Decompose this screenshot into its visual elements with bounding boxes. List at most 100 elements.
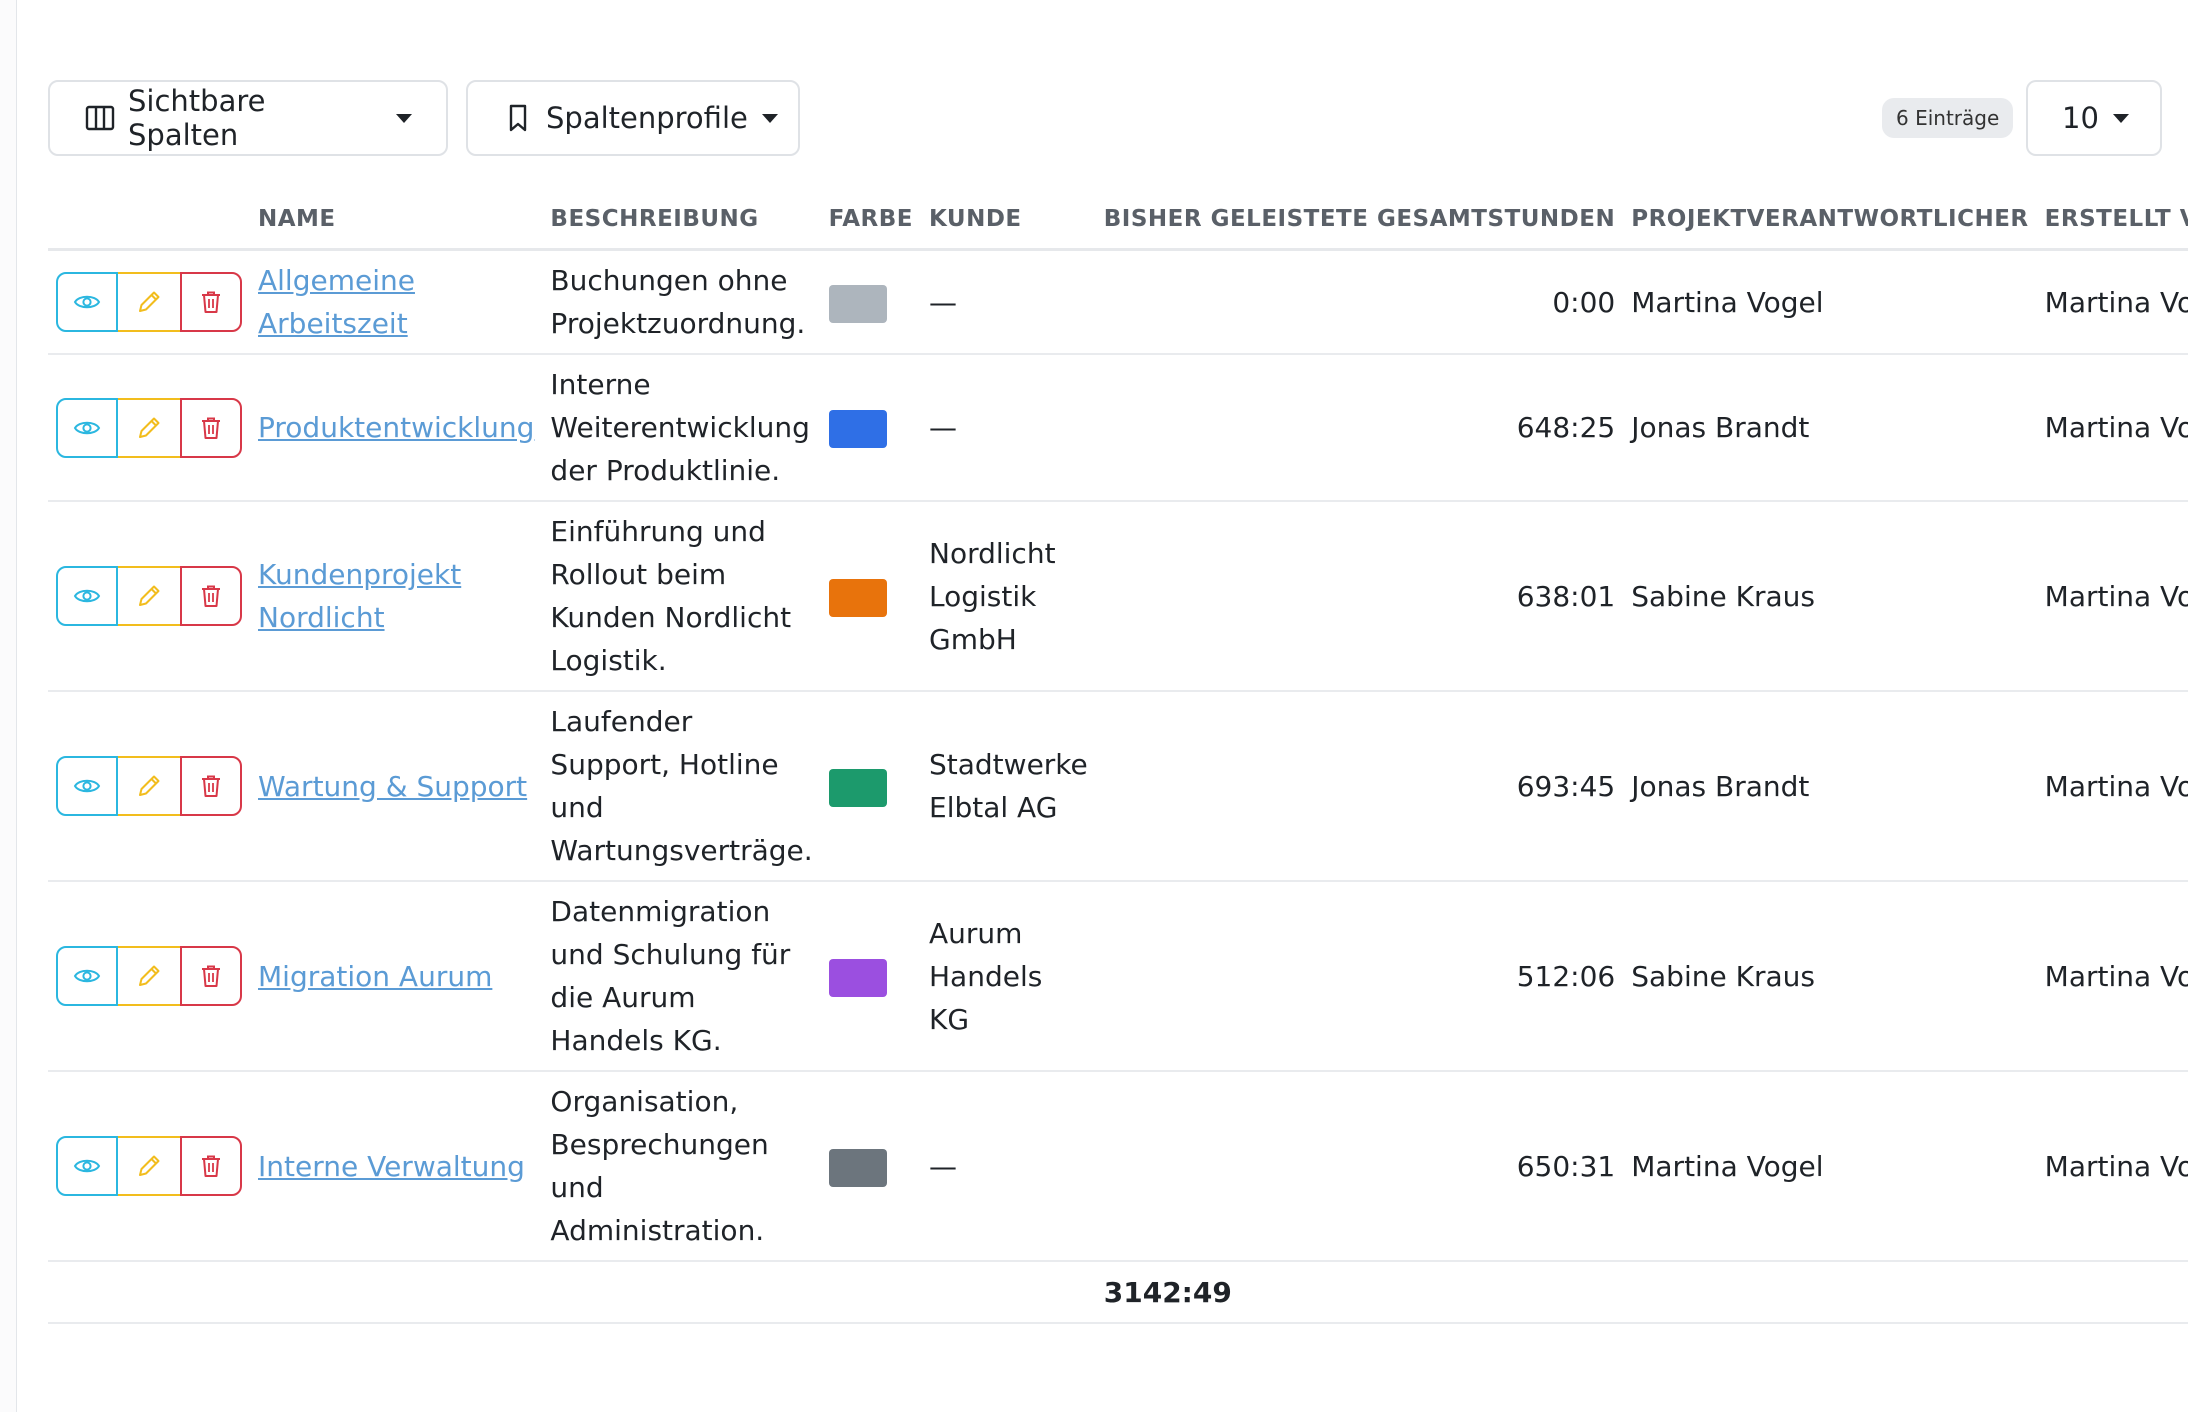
pencil-icon xyxy=(139,417,160,438)
project-description: Buchungen ohne Projektzuordnung. xyxy=(542,249,821,355)
column-profiles-button[interactable]: Spaltenprofile xyxy=(466,80,800,156)
visible-columns-label: Sichtbare Spalten xyxy=(128,84,266,152)
project-customer: Aurum Handels KG xyxy=(921,881,1096,1072)
project-customer: — xyxy=(921,1071,1096,1262)
eye-icon xyxy=(73,969,101,983)
col-description[interactable]: BESCHREIBUNG xyxy=(542,190,821,251)
project-customer: Stadtwerke Elbtal AG xyxy=(921,691,1096,882)
columns-icon xyxy=(84,102,116,134)
project-hours: 512:06 xyxy=(1095,881,1624,1072)
delete-button[interactable] xyxy=(180,946,242,1006)
eye-icon xyxy=(73,421,101,434)
project-customer: Nordlicht Logistik GmbH xyxy=(921,501,1096,692)
eye-icon xyxy=(73,1159,101,1173)
row-actions xyxy=(56,946,242,1006)
pencil-icon xyxy=(139,965,160,986)
edit-button[interactable] xyxy=(118,566,180,626)
project-name-link[interactable]: Produktentwicklung xyxy=(258,411,534,444)
eye-icon xyxy=(73,295,101,309)
table-footer-row: 3142:49 xyxy=(48,1261,2188,1324)
pencil-icon xyxy=(139,775,160,796)
col-actions xyxy=(48,190,250,251)
project-name-link[interactable]: Migration Aurum xyxy=(258,960,492,993)
projects-table: NAME BESCHREIBUNG FARBE KUNDE BISHER GEL… xyxy=(48,190,2188,1324)
project-name-link[interactable]: Allgemeine Arbeitszeit xyxy=(258,264,415,340)
table-header-row: NAME BESCHREIBUNG FARBE KUNDE BISHER GEL… xyxy=(48,190,2188,251)
project-description: Interne Weiterentwicklung der Produktlin… xyxy=(542,354,821,502)
project-description: Datenmigration und Schulung für die Auru… xyxy=(542,881,821,1072)
col-hours[interactable]: BISHER GELEISTETE GESAMTSTUNDEN xyxy=(1095,190,1624,251)
edit-button[interactable] xyxy=(118,756,180,816)
pencil-icon xyxy=(139,291,160,312)
project-created-by: Martina Vogel xyxy=(2036,881,2188,1072)
project-manager: Martina Vogel xyxy=(1623,249,2037,355)
col-created-by[interactable]: ERSTELLT VON xyxy=(2036,190,2188,251)
project-customer: — xyxy=(921,354,1096,502)
row-actions xyxy=(56,566,242,626)
sidebar-edge xyxy=(0,0,17,1412)
trash-icon xyxy=(202,291,220,313)
pencil-icon xyxy=(139,1155,160,1176)
bookmark-icon xyxy=(502,102,534,134)
delete-button[interactable] xyxy=(180,272,242,332)
view-button[interactable] xyxy=(56,566,118,626)
col-customer[interactable]: KUNDE xyxy=(921,190,1096,251)
color-swatch xyxy=(828,1148,887,1187)
project-manager: Jonas Brandt xyxy=(1623,354,2037,502)
visible-columns-button[interactable]: Sichtbare Spalten xyxy=(48,80,448,156)
project-name-link[interactable]: Wartung & Support xyxy=(258,770,527,803)
table-row: Migration Aurum Datenmigration und Schul… xyxy=(48,881,2188,1072)
trash-icon xyxy=(202,417,220,439)
project-name-link[interactable]: Kundenprojekt Nordlicht xyxy=(258,558,461,634)
col-manager[interactable]: PROJEKTVERANTWORTLICHER xyxy=(1623,190,2037,251)
trash-icon xyxy=(202,775,220,797)
delete-button[interactable] xyxy=(180,756,242,816)
column-profiles-label: Spaltenprofile xyxy=(546,101,748,135)
project-description: Organisation, Besprechungen und Administ… xyxy=(542,1071,821,1262)
pencil-icon xyxy=(139,585,160,606)
project-hours: 650:31 xyxy=(1095,1071,1624,1262)
entries-count-badge: 6 Einträge xyxy=(1882,98,2014,138)
color-swatch xyxy=(828,410,887,448)
delete-button[interactable] xyxy=(180,566,242,626)
view-button[interactable] xyxy=(56,397,118,458)
project-description: Einführung und Rollout beim Kunden Nordl… xyxy=(542,501,821,692)
project-description: Laufender Support, Hotline und Wartungsv… xyxy=(542,691,821,882)
delete-button[interactable] xyxy=(180,397,242,458)
project-created-by: Martina Vogel xyxy=(2036,1071,2188,1262)
view-button[interactable] xyxy=(56,946,118,1006)
color-swatch xyxy=(828,578,887,617)
edit-button[interactable] xyxy=(118,946,180,1006)
row-actions xyxy=(56,397,242,458)
view-button[interactable] xyxy=(56,1136,118,1196)
page-size-select[interactable]: 10 xyxy=(2026,80,2162,156)
table-row: Interne Verwaltung Organisation, Besprec… xyxy=(48,1071,2188,1262)
row-actions xyxy=(56,1136,242,1196)
page-size-value: 10 xyxy=(2062,101,2099,135)
project-created-by: Martina Vogel xyxy=(2036,691,2188,882)
view-button[interactable] xyxy=(56,272,118,332)
edit-button[interactable] xyxy=(118,272,180,332)
total-hours: 3142:49 xyxy=(1095,1261,1624,1324)
project-customer: — xyxy=(921,249,1096,355)
project-manager: Sabine Kraus xyxy=(1623,881,2037,1072)
chevron-down-icon xyxy=(396,113,412,123)
col-color[interactable]: FARBE xyxy=(820,190,921,251)
edit-button[interactable] xyxy=(118,1136,180,1196)
color-swatch xyxy=(828,958,887,997)
project-manager: Jonas Brandt xyxy=(1623,691,2037,882)
col-name[interactable]: NAME xyxy=(250,190,543,251)
delete-button[interactable] xyxy=(180,1136,242,1196)
chevron-down-icon xyxy=(761,113,778,123)
project-name-link[interactable]: Interne Verwaltung xyxy=(258,1150,525,1183)
table-row: Wartung & Support Laufender Support, Hot… xyxy=(48,691,2188,882)
view-button[interactable] xyxy=(56,756,118,816)
color-swatch xyxy=(828,768,887,807)
eye-icon xyxy=(73,779,101,793)
edit-button[interactable] xyxy=(118,397,180,458)
trash-icon xyxy=(202,585,220,607)
project-created-by: Martina Vogel xyxy=(2036,249,2188,355)
project-hours: 0:00 xyxy=(1095,249,1624,355)
trash-icon xyxy=(202,1155,220,1177)
project-created-by: Martina Vogel xyxy=(2036,501,2188,692)
